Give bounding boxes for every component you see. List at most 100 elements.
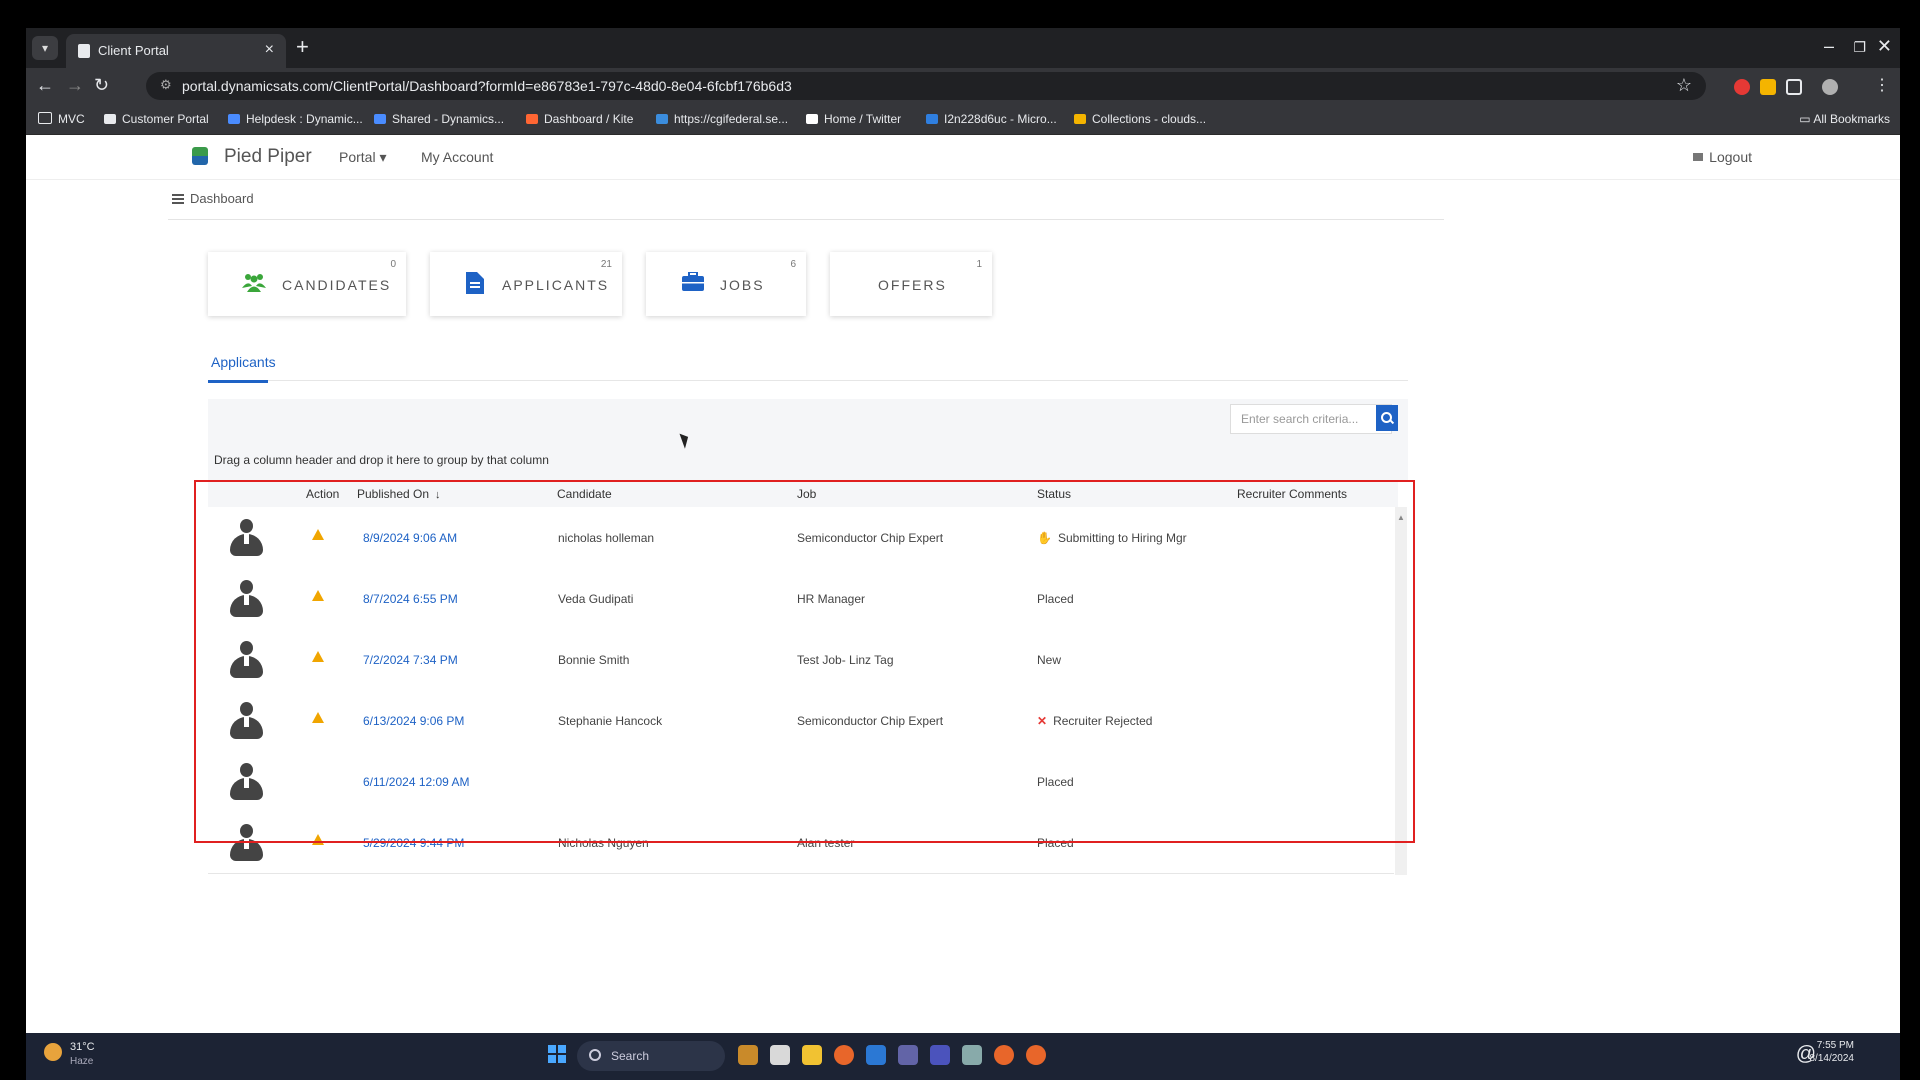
breadcrumb-dashboard[interactable]: Dashboard <box>190 191 254 206</box>
bookmark-star-icon[interactable]: ☆ <box>1676 75 1692 96</box>
taskbar-app-icon[interactable] <box>738 1045 758 1065</box>
published-on-link[interactable]: 8/9/2024 9:06 AM <box>363 531 457 545</box>
minimize-icon[interactable]: – <box>1824 36 1834 57</box>
logout-icon <box>1693 153 1704 161</box>
warning-icon[interactable] <box>312 590 324 601</box>
brand-name[interactable]: Pied Piper <box>224 146 312 168</box>
jobs-card[interactable]: 6 JOBS <box>646 252 806 316</box>
bookmark-item[interactable]: Shared - Dynamics... <box>374 112 504 126</box>
published-on-link[interactable]: 8/7/2024 6:55 PM <box>363 592 458 606</box>
bookmark-item[interactable]: I2n228d6uc - Micro... <box>926 112 1057 126</box>
chrome-icon[interactable] <box>1026 1045 1046 1065</box>
reload-icon[interactable]: ↻ <box>94 75 109 96</box>
teams-icon[interactable] <box>898 1045 918 1065</box>
column-header-action[interactable]: Action <box>306 487 339 501</box>
site-info-icon[interactable]: ⚙ <box>160 77 172 93</box>
taskbar-search[interactable]: Search <box>577 1041 725 1071</box>
table-row[interactable]: 8/9/2024 9:06 AM nicholas holleman Semic… <box>208 507 1394 569</box>
search-icon <box>589 1049 601 1061</box>
site-icon <box>656 114 668 124</box>
outlook-icon[interactable] <box>866 1045 886 1065</box>
candidates-card[interactable]: 0 CANDIDATES <box>208 252 406 316</box>
job-cell: Semiconductor Chip Expert <box>797 531 944 545</box>
teams-icon[interactable] <box>930 1045 950 1065</box>
avatar <box>228 519 268 559</box>
table-row[interactable]: 8/7/2024 6:55 PM Veda Gudipati HR Manage… <box>208 568 1394 630</box>
url-text[interactable]: portal.dynamicsats.com/ClientPortal/Dash… <box>182 78 792 94</box>
profile-avatar[interactable] <box>1822 79 1838 95</box>
my-account-link[interactable]: My Account <box>421 149 493 165</box>
windows-start-icon[interactable] <box>548 1045 566 1063</box>
bookmark-item[interactable]: Collections - clouds... <box>1074 112 1206 126</box>
column-header-published-on[interactable]: Published On ↓ <box>357 487 441 501</box>
close-tab-icon[interactable]: × <box>265 41 274 59</box>
table-row[interactable]: 7/2/2024 7:34 PM Bonnie Smith Test Job- … <box>208 629 1394 691</box>
bookmark-item[interactable]: Helpdesk : Dynamic... <box>228 112 363 126</box>
offers-card[interactable]: 1 OFFERS <box>830 252 992 316</box>
close-window-icon[interactable]: ✕ <box>1877 36 1892 57</box>
address-bar[interactable]: ⚙ portal.dynamicsats.com/ClientPortal/Da… <box>146 72 1706 100</box>
search-input[interactable] <box>1230 404 1392 434</box>
column-header-status[interactable]: Status <box>1037 487 1071 501</box>
restore-icon[interactable]: ❐ <box>1853 39 1866 56</box>
browser-tab[interactable]: Client Portal × <box>66 34 286 68</box>
taskbar: 31°C Haze Search @ 7:55 PM 8/14/2024 <box>26 1033 1900 1080</box>
tab-search-button[interactable]: ▾ <box>32 36 58 60</box>
brand-logo-icon[interactable] <box>192 147 208 165</box>
bookmark-item[interactable]: https://cgifederal.se... <box>656 112 788 126</box>
bookmark-item[interactable]: Home / Twitter <box>806 112 901 126</box>
warning-icon[interactable] <box>312 834 324 845</box>
status-cell: ✋ Submitting to Hiring Mgr <box>1037 531 1187 545</box>
chrome-icon[interactable] <box>994 1045 1014 1065</box>
applicants-card[interactable]: 21 APPLICANTS <box>430 252 622 316</box>
warning-icon[interactable] <box>312 529 324 540</box>
column-header-job[interactable]: Job <box>797 487 816 501</box>
search-button[interactable] <box>1376 405 1398 431</box>
avatar <box>228 641 268 681</box>
page-icon <box>104 114 116 124</box>
forward-icon[interactable]: → <box>66 75 84 96</box>
extension-icon[interactable] <box>1760 79 1776 95</box>
taskbar-app-icon[interactable] <box>770 1045 790 1065</box>
chrome-icon[interactable] <box>834 1045 854 1065</box>
menu-toggle-icon[interactable] <box>172 194 184 204</box>
status-cell: ✕ Recruiter Rejected <box>1037 714 1153 728</box>
extensions-puzzle-icon[interactable] <box>1786 79 1802 95</box>
candidate-cell: Nicholas Nguyen <box>558 836 649 850</box>
taskbar-app-icon[interactable] <box>962 1045 982 1065</box>
warning-icon[interactable] <box>312 712 324 723</box>
table-row[interactable]: 6/13/2024 9:06 PM Stephanie Hancock Semi… <box>208 690 1394 752</box>
group-by-panel[interactable]: Drag a column header and drop it here to… <box>208 441 1408 481</box>
published-on-link[interactable]: 7/2/2024 7:34 PM <box>363 653 458 667</box>
bookmark-item[interactable]: Dashboard / Kite <box>526 112 633 126</box>
clock[interactable]: 7:55 PM 8/14/2024 <box>1810 1039 1855 1065</box>
column-header-candidate[interactable]: Candidate <box>557 487 612 501</box>
folder-icon: ▭ <box>1799 112 1814 126</box>
published-on-link[interactable]: 5/29/2024 9:44 PM <box>363 836 464 850</box>
logout-link[interactable]: Logout <box>1693 149 1752 165</box>
site-icon <box>228 114 240 124</box>
job-cell: Test Job- Linz Tag <box>797 653 894 667</box>
published-on-link[interactable]: 6/13/2024 9:06 PM <box>363 714 464 728</box>
table-row[interactable]: 6/11/2024 12:09 AM Placed <box>208 751 1394 813</box>
all-bookmarks-button[interactable]: ▭ All Bookmarks <box>1799 112 1890 126</box>
column-header-recruiter-comments[interactable]: Recruiter Comments <box>1237 487 1347 501</box>
extension-icon[interactable] <box>1734 79 1750 95</box>
file-explorer-icon[interactable] <box>802 1045 822 1065</box>
warning-icon[interactable] <box>312 651 324 662</box>
browser-menu-icon[interactable]: ⋮ <box>1874 75 1890 95</box>
new-tab-button[interactable]: + <box>296 34 309 60</box>
portal-menu[interactable]: Portal ▾ <box>339 149 387 166</box>
avatar <box>228 580 268 620</box>
screen: ▾ Client Portal × + – ❐ ✕ ← → ↻ ⚙ portal… <box>26 28 1900 1080</box>
tab-applicants[interactable]: Applicants <box>208 354 276 383</box>
bookmark-item[interactable]: MVC <box>38 112 85 126</box>
published-on-link[interactable]: 6/11/2024 12:09 AM <box>363 775 470 789</box>
table-row[interactable]: 5/29/2024 9:44 PM Nicholas Nguyen Alan t… <box>208 812 1394 874</box>
back-icon[interactable]: ← <box>36 75 54 96</box>
status-cell: Placed <box>1037 592 1074 606</box>
grid-scrollbar[interactable]: ▲ <box>1395 507 1407 875</box>
bookmark-item[interactable]: Customer Portal <box>104 112 209 126</box>
scroll-up-icon[interactable]: ▲ <box>1397 513 1405 522</box>
x-icon: ✕ <box>1037 714 1048 728</box>
